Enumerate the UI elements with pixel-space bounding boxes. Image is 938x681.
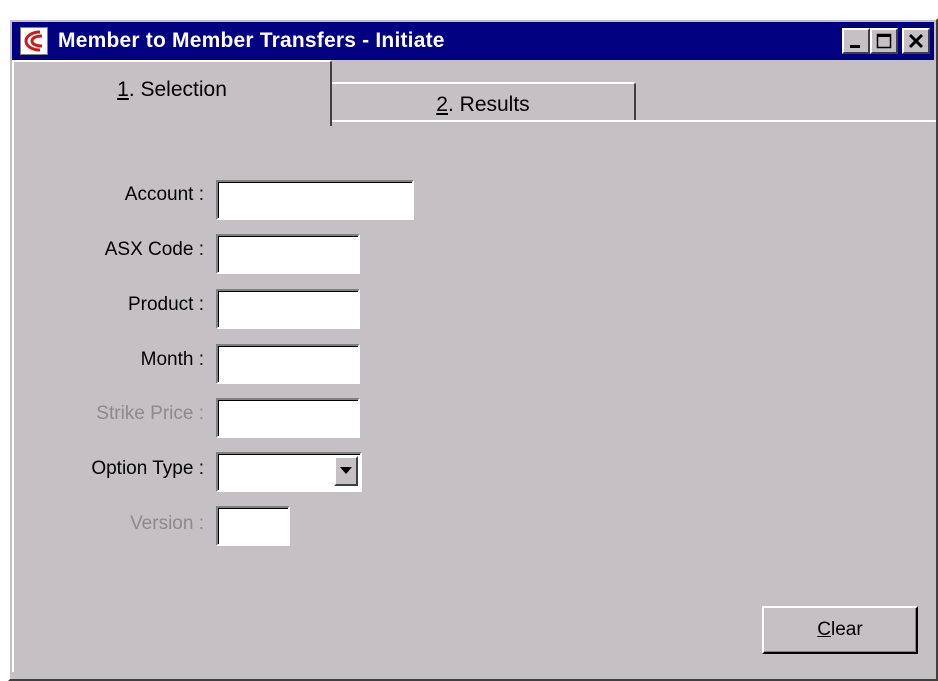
option-type-dropdown-button[interactable] [334,456,358,486]
minimize-button[interactable] [842,28,870,54]
strike-price-label: Strike Price : [96,403,204,424]
tab-results[interactable]: 2. Results [330,82,636,122]
account-label: Account : [124,184,204,205]
title-bar[interactable]: Member to Member Transfers - Initiate [12,22,934,60]
version-input [216,506,290,546]
window-title: Member to Member Transfers - Initiate [58,29,445,52]
product-input[interactable] [216,289,360,329]
asx-code-input[interactable] [216,234,360,274]
maximize-button[interactable] [870,28,898,54]
dropdown-arrow-icon [340,467,352,474]
tab-selection-text: . Selection [128,78,227,101]
product-label: Product : [127,294,204,315]
strike-price-input [216,398,360,438]
option-type-select[interactable] [216,452,362,492]
tab-results-label: 2. Results [332,93,634,117]
option-type-label: Option Type : [91,458,204,479]
version-label: Version : [130,513,204,534]
asx-logo-icon[interactable] [20,27,48,55]
account-input[interactable] [216,180,414,220]
clear-label: lear [831,619,863,640]
tab-results-text: . Results [447,93,530,116]
month-label: Month : [140,349,204,370]
tab-selection[interactable]: 1. Selection [12,60,332,126]
month-input[interactable] [216,344,360,384]
close-icon [908,33,924,49]
maximize-icon [876,33,892,49]
tab-selection-hotkey: 1 [117,78,129,101]
close-button[interactable] [902,28,930,54]
tab-results-hotkey: 2 [436,93,448,116]
tab-selection-label: 1. Selection [14,78,330,102]
clear-hotkey: C [817,619,832,640]
minimize-icon [850,45,860,48]
clear-button[interactable]: Clear [762,606,918,654]
asx-code-label: ASX Code : [104,239,204,260]
